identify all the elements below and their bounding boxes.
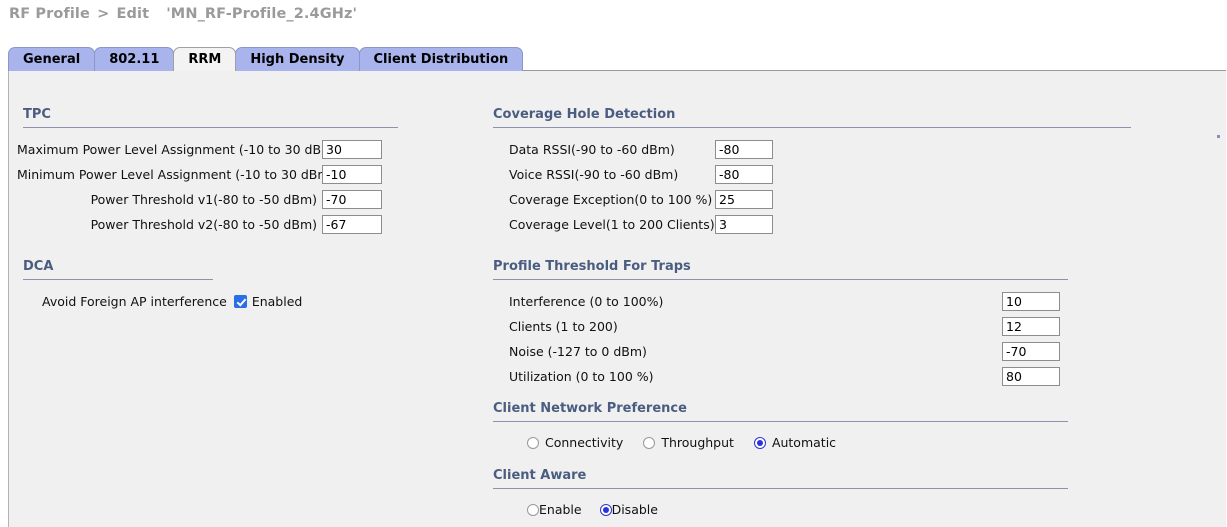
section-profile-threshold-for-traps: Profile Threshold For Traps Interference… bbox=[487, 259, 1068, 392]
tpc-fields: Maximum Power Level Assignment (-10 to 3… bbox=[17, 140, 398, 234]
label-coverage-level: Coverage Level(1 to 200 Clients) bbox=[509, 217, 715, 232]
section-coverage-hole-detection-title: Coverage Hole Detection bbox=[493, 107, 676, 122]
field-row-interference: Interference (0 to 100%) bbox=[509, 292, 1060, 311]
client-aware-radio-group: Enable Disable bbox=[527, 502, 1068, 517]
section-dca-rule bbox=[23, 279, 213, 280]
section-client-aware: Client Aware Enable Disable bbox=[487, 468, 1068, 517]
section-client-aware-rule bbox=[493, 488, 1068, 489]
radio-option-enable[interactable]: Enable bbox=[527, 502, 582, 517]
field-row-data-rssi: Data RSSI(-90 to -60 dBm) bbox=[509, 140, 1131, 159]
section-client-network-preference-title: Client Network Preference bbox=[493, 401, 687, 416]
field-row-power-threshold-v1: Power Threshold v1(-80 to -50 dBm) bbox=[17, 190, 398, 209]
breadcrumb-separator: > bbox=[97, 6, 110, 22]
input-voice-rssi[interactable] bbox=[715, 165, 773, 184]
tab-bar: General 802.11 RRM High Density Client D… bbox=[8, 46, 524, 71]
checkbox-avoid-foreign-ap[interactable] bbox=[233, 295, 247, 308]
rrm-settings-panel: TPC Maximum Power Level Assignment (-10 … bbox=[8, 70, 1226, 527]
field-row-coverage-level: Coverage Level(1 to 200 Clients) bbox=[509, 215, 1131, 234]
radio-option-throughput[interactable]: Throughput bbox=[643, 435, 734, 450]
label-avoid-foreign-ap: Avoid Foreign AP interference bbox=[42, 294, 227, 309]
label-data-rssi: Data RSSI(-90 to -60 dBm) bbox=[509, 142, 675, 157]
breadcrumb: RF Profile > Edit 'MN_RF-Profile_2.4GHz' bbox=[9, 6, 357, 22]
label-interference: Interference (0 to 100%) bbox=[509, 294, 664, 309]
label-noise: Noise (-127 to 0 dBm) bbox=[509, 344, 647, 359]
radio-option-automatic[interactable]: Automatic bbox=[753, 435, 837, 450]
section-client-network-preference-rule bbox=[493, 421, 1068, 422]
input-interference[interactable] bbox=[1002, 292, 1060, 311]
field-row-noise: Noise (-127 to 0 dBm) bbox=[509, 342, 1060, 361]
tab-general-label: General bbox=[23, 52, 81, 67]
tab-rrm-label: RRM bbox=[188, 52, 222, 67]
field-row-minimum-power-level: Minimum Power Level Assignment (-10 to 3… bbox=[17, 165, 398, 184]
section-dca: DCA Avoid Foreign AP interference Enable… bbox=[17, 259, 302, 311]
section-profile-threshold-title: Profile Threshold For Traps bbox=[493, 259, 691, 274]
label-utilization: Utilization (0 to 100 %) bbox=[509, 369, 654, 384]
breadcrumb-root[interactable]: RF Profile bbox=[9, 6, 90, 22]
input-coverage-level[interactable] bbox=[715, 215, 773, 234]
dca-avoid-foreign-ap-row: Avoid Foreign AP interference Enabled bbox=[42, 292, 362, 311]
input-power-threshold-v1[interactable] bbox=[322, 190, 382, 209]
radio-label-enable: Enable bbox=[539, 502, 582, 517]
client-network-preference-radio-group: Connectivity Throughput Automatic bbox=[527, 435, 1068, 450]
field-row-power-threshold-v2: Power Threshold v2(-80 to -50 dBm) bbox=[17, 215, 398, 234]
tab-high-density[interactable]: High Density bbox=[235, 47, 360, 71]
section-coverage-hole-detection-rule bbox=[493, 127, 1131, 128]
section-profile-threshold-rule bbox=[493, 279, 1068, 280]
field-row-voice-rssi: Voice RSSI(-90 to -60 dBm) bbox=[509, 165, 1131, 184]
section-coverage-hole-detection: Coverage Hole Detection Data RSSI(-90 to… bbox=[487, 107, 1131, 240]
label-power-threshold-v2: Power Threshold v2(-80 to -50 dBm) bbox=[90, 217, 317, 232]
radio-dot-connectivity[interactable] bbox=[527, 436, 539, 449]
tab-general[interactable]: General bbox=[8, 47, 96, 71]
label-avoid-foreign-ap-enabled: Enabled bbox=[251, 294, 303, 309]
label-coverage-exception: Coverage Exception(0 to 100 %) bbox=[509, 192, 713, 207]
section-tpc: TPC Maximum Power Level Assignment (-10 … bbox=[17, 107, 398, 240]
label-minimum-power-level: Minimum Power Level Assignment (-10 to 3… bbox=[17, 167, 335, 182]
radio-label-throughput: Throughput bbox=[661, 435, 734, 450]
input-maximum-power-level[interactable] bbox=[322, 140, 382, 159]
tab-client-distribution[interactable]: Client Distribution bbox=[358, 47, 524, 71]
tab-802-11[interactable]: 802.11 bbox=[94, 47, 175, 71]
label-power-threshold-v1: Power Threshold v1(-80 to -50 dBm) bbox=[90, 192, 317, 207]
radio-dot-throughput[interactable] bbox=[643, 436, 656, 449]
section-client-aware-title: Client Aware bbox=[493, 468, 587, 483]
section-dca-title: DCA bbox=[23, 259, 54, 274]
field-row-clients: Clients (1 to 200) bbox=[509, 317, 1060, 336]
field-row-coverage-exception: Coverage Exception(0 to 100 %) bbox=[509, 190, 1131, 209]
tab-high-density-label: High Density bbox=[250, 52, 345, 67]
input-coverage-exception[interactable] bbox=[715, 190, 773, 209]
radio-dot-enable[interactable] bbox=[527, 503, 539, 516]
profile-threshold-fields: Interference (0 to 100%) Clients (1 to 2… bbox=[509, 292, 1060, 386]
input-data-rssi[interactable] bbox=[715, 140, 773, 159]
input-utilization[interactable] bbox=[1002, 367, 1060, 386]
label-maximum-power-level: Maximum Power Level Assignment (-10 to 3… bbox=[17, 142, 339, 157]
radio-dot-automatic[interactable] bbox=[753, 436, 766, 449]
tab-rrm[interactable]: RRM bbox=[173, 47, 237, 71]
input-noise[interactable] bbox=[1002, 342, 1060, 361]
tab-802-11-label: 802.11 bbox=[109, 52, 160, 67]
radio-label-connectivity: Connectivity bbox=[545, 435, 624, 450]
radio-label-automatic: Automatic bbox=[771, 435, 837, 450]
radio-option-connectivity[interactable]: Connectivity bbox=[527, 435, 623, 450]
input-minimum-power-level[interactable] bbox=[322, 165, 382, 184]
section-tpc-rule bbox=[23, 127, 398, 128]
field-row-maximum-power-level: Maximum Power Level Assignment (-10 to 3… bbox=[17, 140, 398, 159]
coverage-hole-detection-fields: Data RSSI(-90 to -60 dBm) Voice RSSI(-90… bbox=[509, 140, 1131, 234]
field-row-utilization: Utilization (0 to 100 %) bbox=[509, 367, 1060, 386]
breadcrumb-profile-name: 'MN_RF-Profile_2.4GHz' bbox=[166, 6, 358, 22]
label-voice-rssi: Voice RSSI(-90 to -60 dBm) bbox=[509, 167, 679, 182]
section-tpc-title: TPC bbox=[23, 107, 51, 122]
radio-label-disable: Disable bbox=[611, 502, 658, 517]
input-power-threshold-v2[interactable] bbox=[322, 215, 382, 234]
breadcrumb-action: Edit bbox=[116, 6, 150, 22]
label-clients: Clients (1 to 200) bbox=[509, 319, 618, 334]
radio-dot-disable[interactable] bbox=[599, 503, 612, 516]
input-clients[interactable] bbox=[1002, 317, 1060, 336]
tab-client-distribution-label: Client Distribution bbox=[373, 52, 509, 67]
section-client-network-preference: Client Network Preference Connectivity T… bbox=[487, 401, 1068, 450]
radio-option-disable[interactable]: Disable bbox=[599, 502, 658, 517]
